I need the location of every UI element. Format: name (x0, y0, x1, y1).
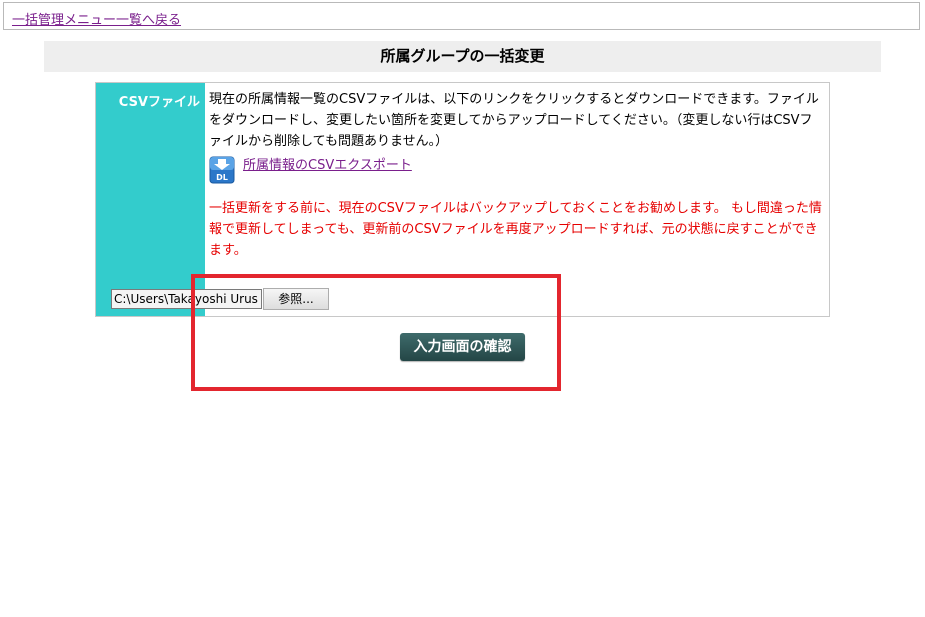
page-title: 所属グループの一括変更 (44, 41, 881, 72)
csv-export-link[interactable]: 所属情報のCSVエクスポート (243, 155, 412, 176)
download-icon-text: DL (216, 173, 228, 182)
top-nav-bar: 一括管理メニュー一覧へ戻る (3, 2, 920, 30)
backup-warning: 一括更新をする前に、現在のCSVファイルはバックアップしておくことをお勧めします… (209, 201, 822, 258)
back-to-menu-link[interactable]: 一括管理メニュー一覧へ戻る (12, 9, 181, 28)
highlight-annotation-box (191, 274, 561, 391)
export-row: DL 所属情報のCSVエクスポート (209, 156, 825, 184)
download-icon[interactable]: DL (209, 156, 235, 184)
csv-file-label: CSVファイル (96, 83, 205, 316)
download-description: 現在の所属情報一覧のCSVファイルは、以下のリンクをクリックするとダウンロードで… (209, 92, 819, 149)
